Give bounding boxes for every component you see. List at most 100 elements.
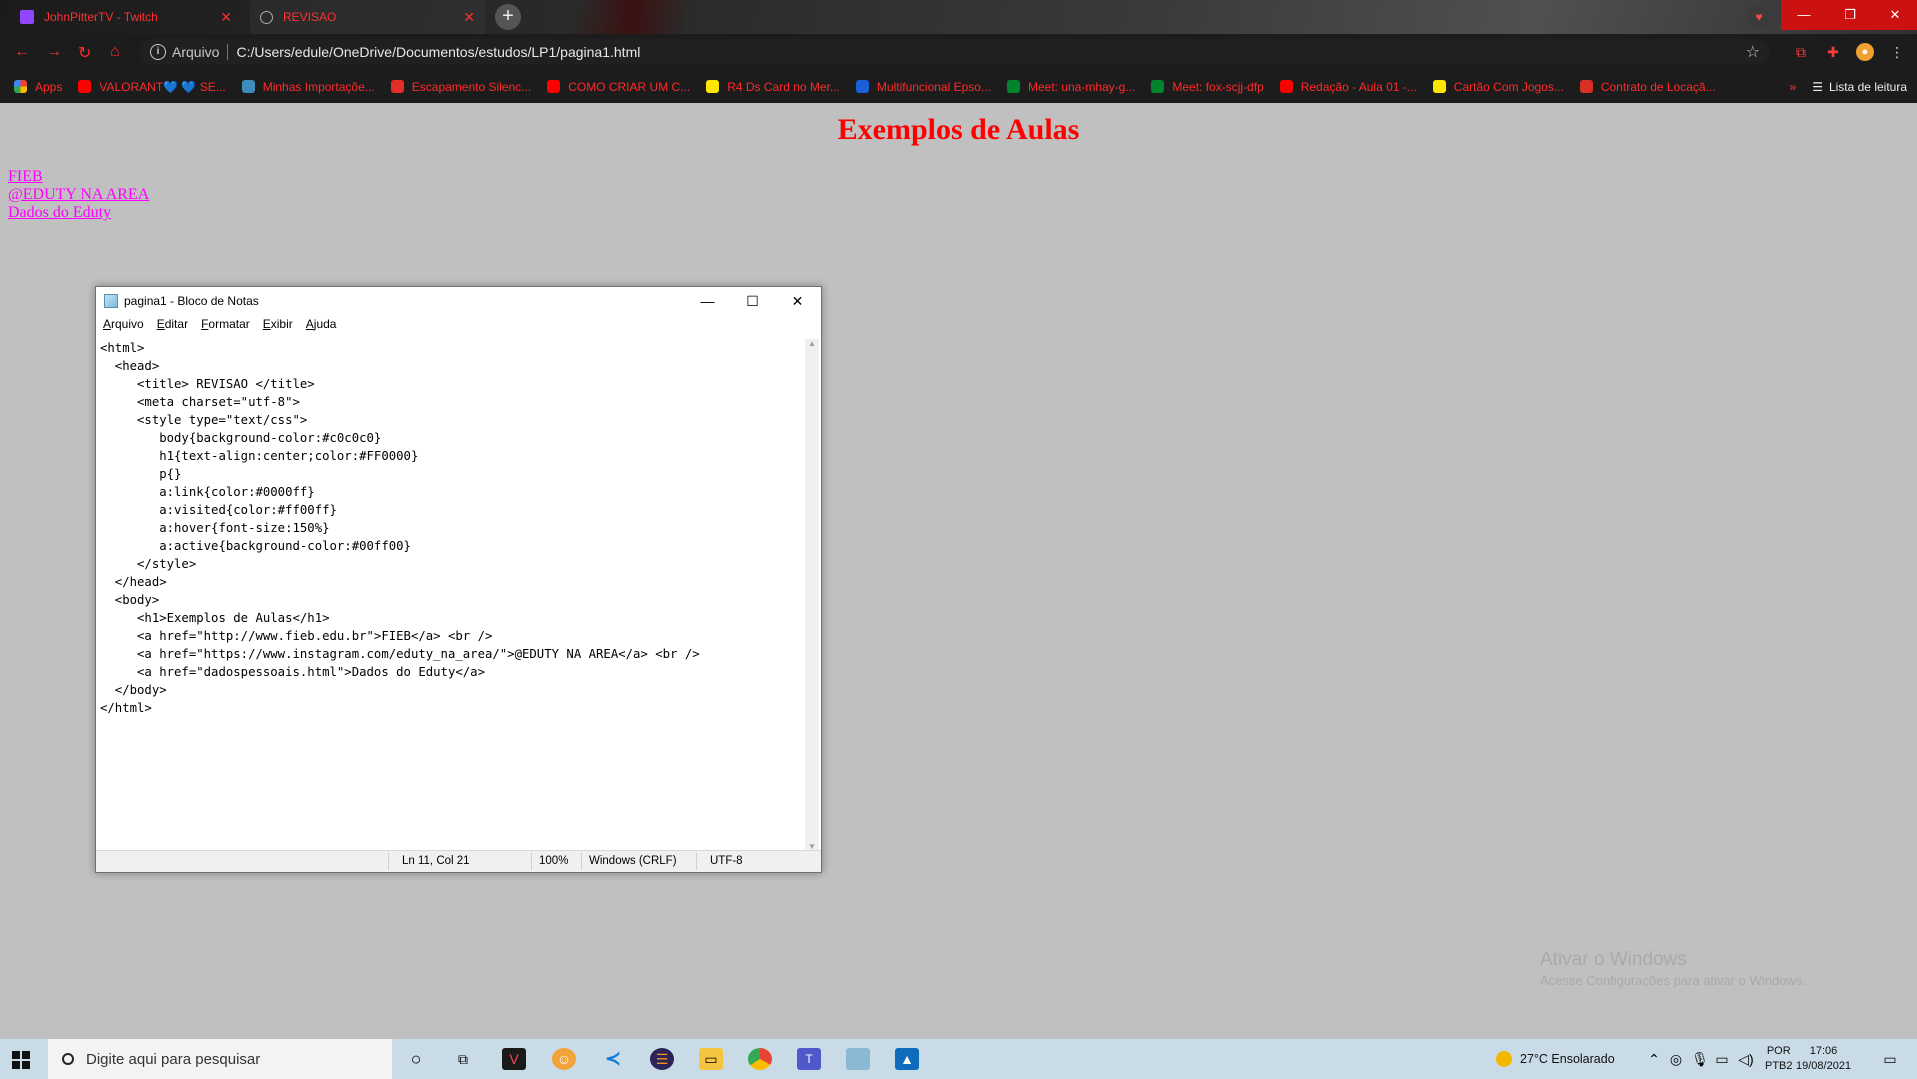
close-icon[interactable]: ✕ xyxy=(220,9,232,26)
bookmarks-right: » ☰ Lista de leitura xyxy=(1790,80,1908,94)
notepad-window: pagina1 - Bloco de Notas — ☐ ✕ Arquivo E… xyxy=(95,286,822,873)
back-icon[interactable]: ← xyxy=(14,43,30,61)
bookmark-item[interactable]: VALORANT💙 💙 SE... xyxy=(78,80,226,94)
microphone-icon[interactable]: 🎙 xyxy=(1688,1048,1712,1070)
bookmark-label: Minhas Importaçõe... xyxy=(262,79,375,94)
menu-ajuda[interactable]: Ajuda xyxy=(306,317,337,337)
notepad-close-button[interactable]: ✕ xyxy=(775,287,820,315)
apps-grid-icon xyxy=(14,80,27,93)
bookmark-item[interactable]: Redação - Aula 01 -... xyxy=(1279,79,1417,94)
camera-icon[interactable]: ◎ xyxy=(1664,1048,1688,1070)
address-bar[interactable]: i Arquivo C:/Users/edule/OneDrive/Docume… xyxy=(140,39,1770,65)
taskbar-clock[interactable]: 17:06 19/08/2021 xyxy=(1796,1044,1851,1074)
menu-kebab-icon[interactable]: ⋮ xyxy=(1888,43,1906,61)
scratch-icon[interactable]: ☺ xyxy=(552,1048,576,1070)
search-icon xyxy=(62,1053,74,1065)
language-indicator[interactable]: POR PTB2 xyxy=(1765,1044,1793,1074)
notepad-icon xyxy=(104,294,118,308)
browser-toolbar: ← → ↻ ⌂ i Arquivo C:/Users/edule/OneDriv… xyxy=(0,34,1917,70)
meet-icon xyxy=(1006,80,1020,93)
address-separator xyxy=(227,44,229,60)
bookmark-item[interactable]: Escapamento Silenc... xyxy=(390,79,532,94)
menu-formatar[interactable]: Formatar xyxy=(201,317,250,337)
site-icon xyxy=(390,80,404,93)
notepad-text-area[interactable]: <html> <head> <title> REVISAO </title> <… xyxy=(100,339,800,849)
vscode-icon[interactable]: ≺ xyxy=(601,1048,625,1070)
bookmark-item[interactable]: COMO CRIAR UM C... xyxy=(547,80,690,94)
bookmark-item[interactable]: R4 Ds Card no Mer... xyxy=(706,80,840,94)
close-window-button[interactable]: ✕ xyxy=(1873,0,1917,30)
mercadolivre-icon xyxy=(706,80,720,93)
task-view-icon[interactable]: ⧉ xyxy=(451,1048,475,1070)
network-icon[interactable]: ▭ xyxy=(1710,1048,1734,1070)
taskbar-search[interactable]: Digite aqui para pesquisar xyxy=(48,1039,392,1079)
bookmark-item[interactable]: Meet: una-mhay-g... xyxy=(1006,79,1136,94)
info-icon[interactable]: i xyxy=(150,44,166,60)
globe-icon xyxy=(260,10,273,24)
menu-arquivo[interactable]: Arquivo xyxy=(103,317,144,337)
bookmarks-overflow[interactable]: » xyxy=(1790,80,1797,94)
bookmark-item[interactable]: Minhas Importaçõe... xyxy=(241,79,375,94)
extension-icon[interactable]: ⧉ xyxy=(1792,43,1810,61)
tab-twitch[interactable]: JohnPitterTV - Twitch ✕ xyxy=(10,0,242,34)
gmail-icon xyxy=(1579,80,1593,93)
chevron-up-icon[interactable]: ⌃ xyxy=(1642,1048,1666,1070)
bookmark-label: Meet: una-mhay-g... xyxy=(1027,79,1136,94)
menu-editar[interactable]: Editar xyxy=(157,317,188,337)
notepad-menubar: Arquivo Editar Formatar Exibir Ajuda xyxy=(96,317,342,337)
minimize-button[interactable]: — xyxy=(1781,0,1827,30)
new-tab-button[interactable]: + xyxy=(495,4,521,30)
chrome-icon[interactable] xyxy=(748,1048,772,1070)
bookmark-item[interactable]: Multifuncional Epso... xyxy=(855,80,991,94)
notifications-icon[interactable]: ▭ xyxy=(1878,1048,1902,1070)
valorant-icon[interactable]: V xyxy=(502,1048,526,1070)
notepad-taskbar-icon[interactable] xyxy=(846,1048,870,1070)
reading-list[interactable]: Lista de leitura xyxy=(1829,80,1907,94)
tab-revisao[interactable]: REVISAO ✕ xyxy=(250,0,485,34)
address-url[interactable]: C:/Users/edule/OneDrive/Documentos/estud… xyxy=(236,44,640,60)
youtube-icon xyxy=(547,80,561,93)
notepad-maximize-button[interactable]: ☐ xyxy=(730,287,775,315)
close-icon[interactable]: ✕ xyxy=(463,9,475,26)
reload-icon[interactable]: ↻ xyxy=(78,43,91,63)
bookmark-label: Redação - Aula 01 -... xyxy=(1300,79,1417,94)
media-control-icon[interactable]: ♥ xyxy=(1748,6,1770,28)
eclipse-icon[interactable]: ☰ xyxy=(650,1048,674,1070)
bookmark-item[interactable]: Contrato de Locaçã... xyxy=(1579,80,1716,94)
photos-icon[interactable]: ▲ xyxy=(895,1048,919,1070)
meet-icon xyxy=(1151,80,1165,93)
windows-start-icon[interactable] xyxy=(12,1051,30,1069)
vertical-scrollbar[interactable]: ▲ ▼ xyxy=(805,339,819,851)
home-icon[interactable]: ⌂ xyxy=(110,43,120,61)
bookmark-apps[interactable]: Apps xyxy=(14,80,62,94)
link-eduty-instagram[interactable]: @EDUTY NA AREA xyxy=(8,186,149,204)
file-explorer-icon[interactable]: ▭ xyxy=(699,1048,723,1070)
profile-avatar[interactable]: ● xyxy=(1856,43,1874,61)
tab-title: REVISAO xyxy=(283,10,337,24)
link-dados-eduty[interactable]: Dados do Eduty xyxy=(8,204,149,222)
cortana-icon[interactable]: ○ xyxy=(404,1048,428,1070)
scroll-up-icon[interactable]: ▲ xyxy=(805,339,819,348)
site-icon xyxy=(241,80,255,93)
bookmark-item[interactable]: Meet: fox-scjj-dfp xyxy=(1151,80,1264,94)
weather-text: 27°C Ensolarado xyxy=(1520,1052,1615,1066)
bookmark-label: Apps xyxy=(35,79,63,94)
page-heading: Exemplos de Aulas xyxy=(837,113,1080,146)
forward-icon[interactable]: → xyxy=(46,43,62,61)
bookmark-star-icon[interactable]: ☆ xyxy=(1746,42,1760,62)
notepad-title: pagina1 - Bloco de Notas xyxy=(124,294,259,308)
menu-exibir[interactable]: Exibir xyxy=(263,317,293,337)
bookmark-item[interactable]: Cartão Com Jogos... xyxy=(1432,79,1564,94)
bookmark-label: Escapamento Silenc... xyxy=(411,79,532,94)
link-fieb[interactable]: FIEB xyxy=(8,168,149,186)
notepad-minimize-button[interactable]: — xyxy=(685,287,730,315)
status-zoom: 100% xyxy=(539,855,569,867)
restore-button[interactable]: ❐ xyxy=(1827,0,1873,30)
volume-icon[interactable]: ◁) xyxy=(1734,1048,1758,1070)
reading-list-icon: ☰ xyxy=(1812,79,1823,94)
puzzle-icon[interactable]: ✚ xyxy=(1824,43,1842,61)
weather-widget[interactable]: 27°C Ensolarado xyxy=(1496,1039,1615,1079)
teams-icon[interactable]: T xyxy=(797,1048,821,1070)
bookmark-label: Cartão Com Jogos... xyxy=(1453,79,1564,94)
bookmarks-bar: Apps VALORANT💙 💙 SE... Minhas Importaçõe… xyxy=(0,70,1917,103)
